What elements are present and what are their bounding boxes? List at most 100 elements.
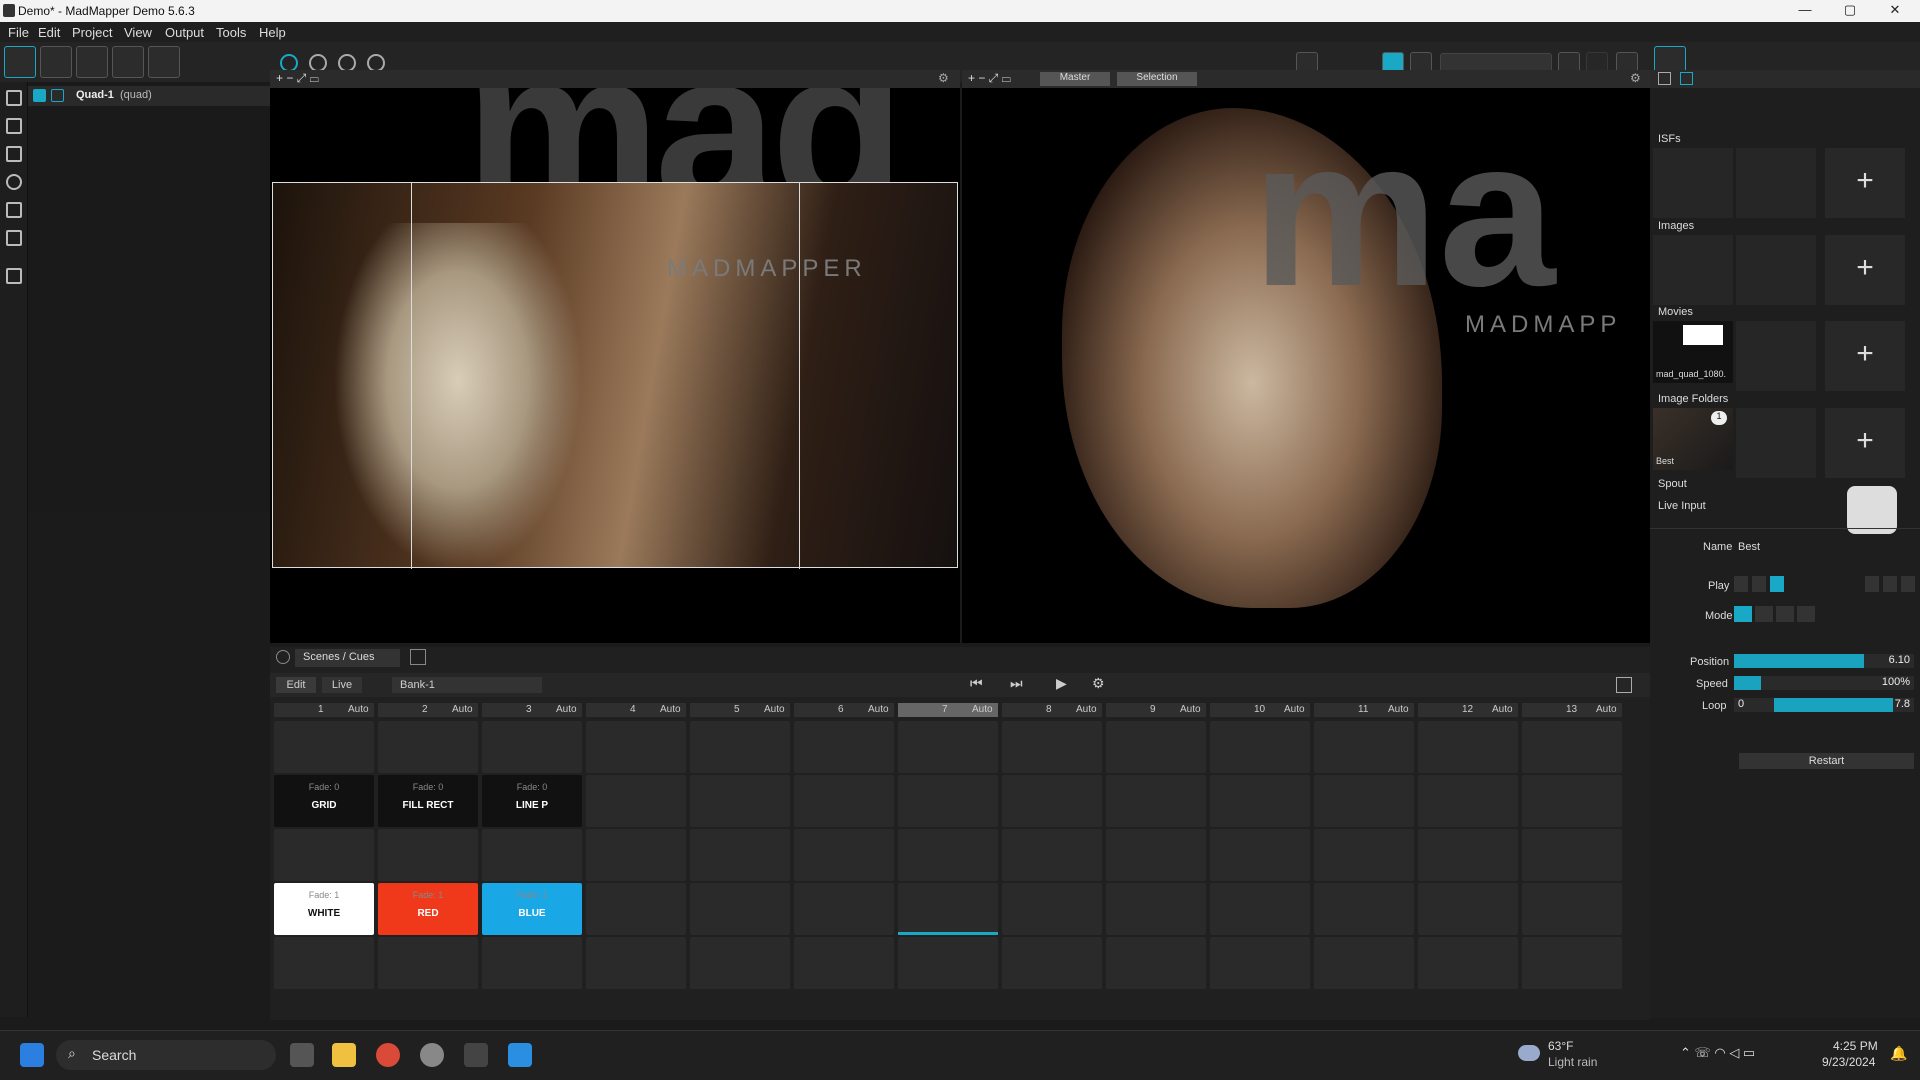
minimize-button[interactable]: — [1790, 2, 1820, 20]
column-header[interactable]: 2 Auto [378, 703, 478, 717]
cue-slot[interactable] [586, 721, 686, 773]
cue-slot[interactable] [586, 829, 686, 881]
loop-slider[interactable]: 0 7.8 [1734, 698, 1914, 712]
zoom-controls[interactable]: + − ⤢ ▭ [276, 71, 319, 86]
clock-date[interactable]: 9/23/2024 [1822, 1055, 1875, 1069]
folder-thumbnail[interactable]: 1 Best [1653, 408, 1733, 470]
previous-button[interactable] [1865, 576, 1879, 592]
collapse-icon[interactable] [276, 650, 290, 664]
cue-slot[interactable] [690, 829, 790, 881]
cue-slot[interactable] [1106, 829, 1206, 881]
cue-slot[interactable] [1418, 937, 1518, 989]
cue-slot[interactable] [586, 883, 686, 935]
cue-settings-icon[interactable]: ⚙ [1092, 675, 1105, 692]
once-mode-button[interactable] [1755, 606, 1773, 622]
next-cue-icon[interactable]: ⏭ [1010, 675, 1023, 692]
weather-icon[interactable] [1518, 1045, 1540, 1061]
cue-slot[interactable] [378, 937, 478, 989]
cue-tile[interactable]: Fade: 0 LINE P [482, 775, 582, 827]
windows-start-icon[interactable] [20, 1043, 44, 1067]
detach-icon[interactable] [410, 649, 426, 665]
loop-mode-button[interactable] [1734, 606, 1752, 622]
column-header[interactable]: 13 Auto [1522, 703, 1622, 717]
cue-slot[interactable] [482, 829, 582, 881]
menu-project[interactable]: Project [72, 25, 112, 40]
cue-slot[interactable] [1210, 829, 1310, 881]
cue-slot[interactable] [898, 721, 998, 773]
maximize-button[interactable]: ▢ [1835, 2, 1865, 20]
cue-slot[interactable] [690, 937, 790, 989]
cue-slot[interactable] [482, 937, 582, 989]
lamp-icon[interactable] [40, 46, 72, 78]
cue-slot[interactable] [1418, 775, 1518, 827]
task-view-icon[interactable] [290, 1043, 314, 1067]
menu-help[interactable]: Help [259, 25, 286, 40]
column-header[interactable]: 6 Auto [794, 703, 894, 717]
add-circle-icon[interactable] [6, 174, 22, 190]
output-view[interactable]: ma MADMAPP [962, 88, 1650, 643]
cue-slot[interactable] [1002, 829, 1102, 881]
column-header[interactable]: 7 Auto [898, 703, 998, 717]
cue-slot[interactable] [1418, 721, 1518, 773]
cue-slot[interactable] [1210, 775, 1310, 827]
cue-slot[interactable] [1106, 775, 1206, 827]
cue-slot[interactable] [794, 721, 894, 773]
cue-slot[interactable] [1314, 937, 1414, 989]
cue-slot[interactable] [794, 775, 894, 827]
play-button[interactable] [1770, 576, 1784, 592]
column-header[interactable]: 11 Auto [1314, 703, 1414, 717]
surfaces-icon[interactable] [4, 46, 36, 78]
madmapper-logo-icon[interactable] [1847, 486, 1897, 534]
cue-slot[interactable] [794, 829, 894, 881]
section-image-folders[interactable]: Image Folders [1658, 393, 1728, 405]
cue-slot[interactable] [794, 937, 894, 989]
layer-row[interactable]: Quad-1 (quad) [28, 86, 270, 106]
cue-slot[interactable] [274, 721, 374, 773]
prev-cue-icon[interactable]: ⏮ [970, 675, 983, 692]
cue-slot[interactable] [1002, 937, 1102, 989]
cue-tile[interactable]: Fade: 1 WHITE [274, 883, 374, 935]
menu-view[interactable]: View [124, 25, 152, 40]
cue-slot[interactable] [1522, 937, 1622, 989]
cue-slot[interactable] [274, 829, 374, 881]
clock-time[interactable]: 4:25 PM [1833, 1039, 1878, 1053]
live-button[interactable]: Live [322, 677, 362, 693]
calendar-icon[interactable] [1616, 677, 1632, 693]
cue-tile[interactable]: Fade: 1 RED [378, 883, 478, 935]
gear-icon[interactable] [148, 46, 180, 78]
menu-file[interactable]: File [8, 25, 29, 40]
add-quad-icon[interactable] [6, 90, 22, 106]
tab-master[interactable]: Master [1040, 72, 1110, 86]
cue-tile[interactable]: Fade: 0 FILL RECT [378, 775, 478, 827]
cue-tile[interactable]: Fade: 1 BLUE [482, 883, 582, 935]
cue-slot[interactable] [1106, 883, 1206, 935]
cue-tile[interactable]: Fade: 0 GRID [274, 775, 374, 827]
cue-slot[interactable] [482, 721, 582, 773]
section-isfs[interactable]: ISFs [1658, 133, 1681, 145]
section-live-input[interactable]: Live Input [1658, 500, 1706, 512]
add-folder-icon[interactable] [6, 268, 22, 284]
settings-icon[interactable] [420, 1043, 444, 1067]
column-header[interactable]: 9 Auto [1106, 703, 1206, 717]
add-image-button[interactable]: + [1825, 235, 1905, 305]
menu-tools[interactable]: Tools [216, 25, 246, 40]
app-icon[interactable] [508, 1043, 532, 1067]
madmapper-icon[interactable] [464, 1043, 488, 1067]
column-header[interactable]: 12 Auto [1418, 703, 1518, 717]
next-button[interactable] [1901, 576, 1915, 592]
edit-button[interactable]: Edit [276, 677, 316, 693]
chrome-icon[interactable] [376, 1043, 400, 1067]
cue-slot[interactable] [274, 937, 374, 989]
tab-selection[interactable]: Selection [1117, 72, 1197, 86]
cue-slot[interactable] [1522, 829, 1622, 881]
column-header[interactable]: 8 Auto [1002, 703, 1102, 717]
input-settings-icon[interactable]: ⚙ [938, 71, 949, 85]
menu-edit[interactable]: Edit [38, 25, 60, 40]
cue-slot[interactable] [1418, 883, 1518, 935]
notification-icon[interactable]: 🔔 [1890, 1045, 1907, 1062]
cue-slot[interactable] [690, 721, 790, 773]
cue-slot[interactable] [1314, 721, 1414, 773]
cue-slot[interactable] [586, 775, 686, 827]
add-movie-button[interactable]: + [1825, 321, 1905, 391]
cue-slot[interactable] [898, 883, 998, 935]
